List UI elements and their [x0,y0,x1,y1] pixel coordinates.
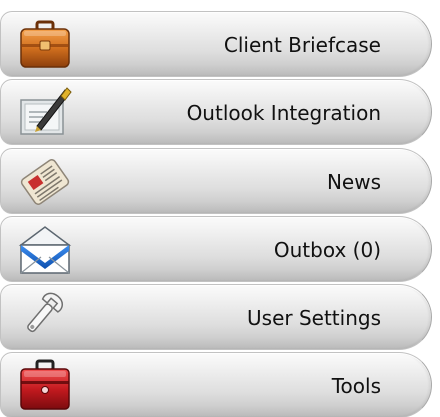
menu-item-label: Tools [331,374,381,398]
menu-item-label: Outbox (0) [273,238,381,262]
menu-item-news[interactable]: News [0,148,432,214]
wrench-icon [15,289,75,347]
menu-item-label: Client Briefcase [223,33,381,57]
menu-item-outbox[interactable]: Outbox (0) [0,216,432,282]
menu-item-outlook-integration[interactable]: Outlook Integration [0,79,432,145]
menu-item-label: User Settings [247,306,381,330]
briefcase-icon [15,16,75,74]
menu-item-label: News [326,170,381,194]
toolbox-icon [15,357,75,415]
outlook-integration-icon [15,84,75,142]
navigation-menu: Client Briefcase Outlook Integration New… [0,0,440,417]
envelope-icon [15,221,75,279]
newspaper-icon [15,153,75,211]
menu-item-user-settings[interactable]: User Settings [0,284,432,350]
menu-item-label: Outlook Integration [186,101,381,125]
menu-item-client-briefcase[interactable]: Client Briefcase [0,11,432,77]
menu-item-tools[interactable]: Tools [0,352,432,417]
